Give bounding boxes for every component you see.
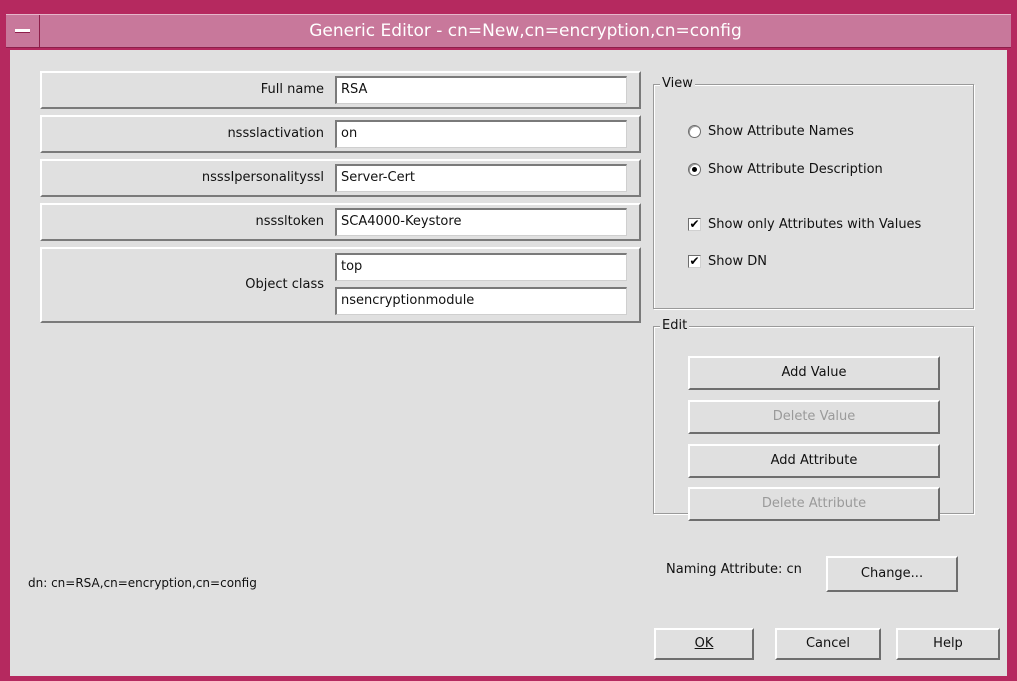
attribute-label: nssslactivation [227, 126, 324, 141]
delete-value-button[interactable]: Delete Value [688, 400, 940, 434]
change-button[interactable]: Change... [826, 556, 958, 592]
view-group: View Show Attribute Names Show Attribute… [653, 76, 974, 309]
checkbox-label: Show DN [708, 254, 767, 269]
radio-selected-icon [688, 163, 701, 176]
ok-button[interactable]: OK [654, 628, 754, 660]
attribute-row-nssslactivation: nssslactivation on [40, 115, 641, 153]
radio-label: Show Attribute Names [708, 124, 854, 139]
dn-text: dn: cn=RSA,cn=encryption,cn=config [28, 576, 257, 590]
checkmark-icon: ✔ [688, 217, 701, 231]
naming-attribute-label: Naming Attribute: cn [666, 562, 802, 577]
view-group-legend: View [660, 76, 695, 91]
add-attribute-button[interactable]: Add Attribute [688, 444, 940, 478]
attribute-row-full-name: Full name RSA [40, 71, 641, 109]
dialog-body: Full name RSA nssslactivation on nsssIpe… [10, 50, 1007, 676]
attribute-label: Object class [245, 277, 324, 292]
window-menu-button[interactable] [6, 15, 40, 47]
attribute-value-field[interactable]: nsencryptionmodule [335, 287, 627, 315]
edit-group-legend: Edit [660, 318, 690, 333]
attribute-row-nsssltoken: nsssltoken SCA4000-Keystore [40, 203, 641, 241]
delete-attribute-button[interactable]: Delete Attribute [688, 487, 940, 521]
cancel-button[interactable]: Cancel [775, 628, 881, 660]
checkbox-label: Show only Attributes with Values [708, 217, 922, 232]
help-button[interactable]: Help [896, 628, 1000, 660]
title-bar[interactable]: Generic Editor - cn=New,cn=encryption,cn… [6, 14, 1011, 48]
attribute-row-nssslpersonalityssl: nsssIpersonalityssl Server-Cert [40, 159, 641, 197]
attribute-label: Full name [260, 82, 324, 97]
generic-editor-window: Generic Editor - cn=New,cn=encryption,cn… [0, 0, 1017, 681]
checkmark-icon: ✔ [688, 254, 701, 268]
attribute-value-field[interactable]: Server-Cert [335, 164, 627, 192]
attribute-label: nsssltoken [255, 214, 324, 229]
radio-icon [688, 125, 701, 138]
attribute-row-object-class: Object class top nsencryptionmodule [40, 247, 641, 323]
attribute-value-field[interactable]: RSA [335, 76, 627, 104]
add-value-button[interactable]: Add Value [688, 356, 940, 390]
attribute-value-field[interactable]: top [335, 253, 627, 281]
window-title: Generic Editor - cn=New,cn=encryption,cn… [309, 21, 742, 41]
radio-label: Show Attribute Description [708, 162, 883, 177]
attribute-value-field[interactable]: on [335, 120, 627, 148]
window-menu-icon [15, 29, 30, 32]
attribute-value-field[interactable]: SCA4000-Keystore [335, 208, 627, 236]
attribute-label: nsssIpersonalityssl [201, 170, 324, 185]
